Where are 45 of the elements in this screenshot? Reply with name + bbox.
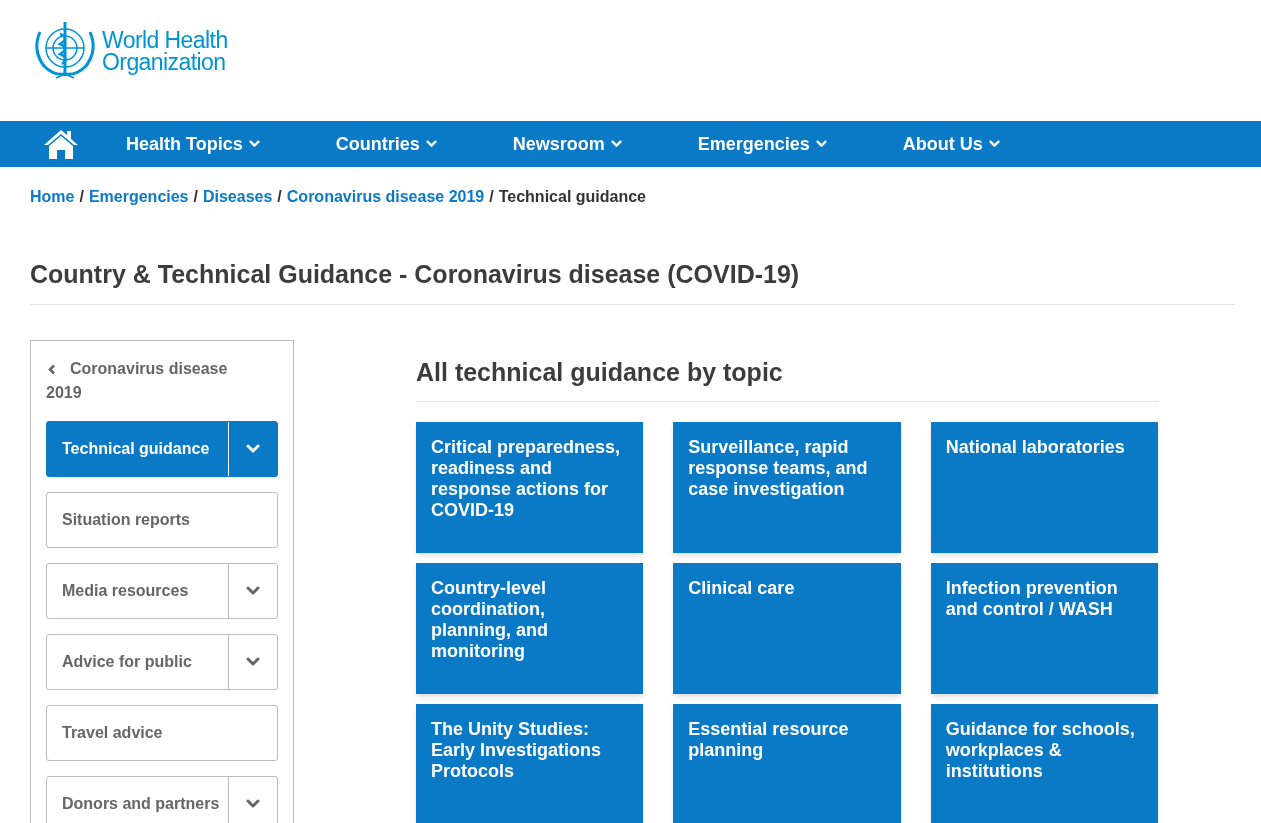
home-icon[interactable] <box>42 128 80 160</box>
sidebar-menu-item[interactable]: Media resources <box>46 562 278 619</box>
breadcrumb-separator: / <box>79 187 84 207</box>
chevron-down-icon <box>815 140 827 148</box>
breadcrumb-separator: / <box>277 187 282 207</box>
sidebar-menu-item[interactable]: Technical guidance <box>46 420 278 477</box>
sidebar-menu-item[interactable]: Situation reports <box>46 491 278 548</box>
nav-menu-item[interactable]: Newsroom <box>512 130 622 158</box>
sidebar-menu-item[interactable]: Advice for public <box>46 633 278 690</box>
breadcrumb-link[interactable]: Diseases <box>202 185 273 209</box>
nav-menu-item[interactable]: Countries <box>335 130 437 158</box>
chevron-down-icon <box>610 140 622 148</box>
nav-menu-item[interactable]: About Us <box>902 130 1000 158</box>
chevron-down-icon <box>246 656 260 667</box>
topic-tile[interactable]: National laboratories <box>930 422 1158 553</box>
topic-tile[interactable]: Critical preparedness, readiness and response actions for COVID-19 <box>416 422 644 553</box>
topic-tile[interactable]: Infection prevention and control / WASH <box>930 563 1158 694</box>
topic-tile[interactable]: Clinical care <box>673 563 901 694</box>
breadcrumb-link[interactable]: Emergencies <box>88 185 189 209</box>
chevron-down-icon <box>988 140 1000 148</box>
chevron-down-icon <box>246 798 260 809</box>
chevron-down-icon <box>246 443 260 454</box>
section-heading: All technical guidance by topic <box>416 353 1158 402</box>
topic-tile[interactable]: Essential resource planning <box>673 704 901 823</box>
chevron-down-icon <box>246 585 260 596</box>
chevron-down-icon <box>425 140 437 148</box>
nav-menu-item[interactable]: Health Topics <box>126 130 260 158</box>
topic-tile[interactable]: Country-level coordination, planning, and monitoring <box>416 563 644 694</box>
breadcrumb-link[interactable]: Coronavirus disease 2019 <box>286 185 485 209</box>
logo-text: Organization <box>102 51 227 73</box>
breadcrumb-current: Technical guidance <box>498 187 646 207</box>
breadcrumb-separator: / <box>489 187 494 207</box>
breadcrumb-separator: / <box>193 187 198 207</box>
chevron-left-icon <box>48 363 56 375</box>
nav-menu-item[interactable]: Emergencies <box>697 130 827 158</box>
topic-tile[interactable]: Surveillance, rapid response teams, and case investigation <box>673 422 901 553</box>
page-title: Country & Technical Guidance - Coronavirus disease (COVID-19) <box>30 256 1235 305</box>
chevron-down-icon <box>248 140 260 148</box>
sidebar-menu-item[interactable]: Travel advice <box>46 704 278 761</box>
breadcrumb-link[interactable]: Home <box>30 185 75 209</box>
topic-tile[interactable]: Guidance for schools, workplaces & institutions <box>930 704 1158 823</box>
logo-text: World Health <box>102 29 228 51</box>
topic-tile[interactable]: The Unity Studies: Early Investigations Protocols <box>416 704 644 823</box>
sidebar-menu-item[interactable]: Donors and partners <box>46 775 278 823</box>
back-link[interactable]: Coronavirus disease 2019 <box>46 356 278 405</box>
